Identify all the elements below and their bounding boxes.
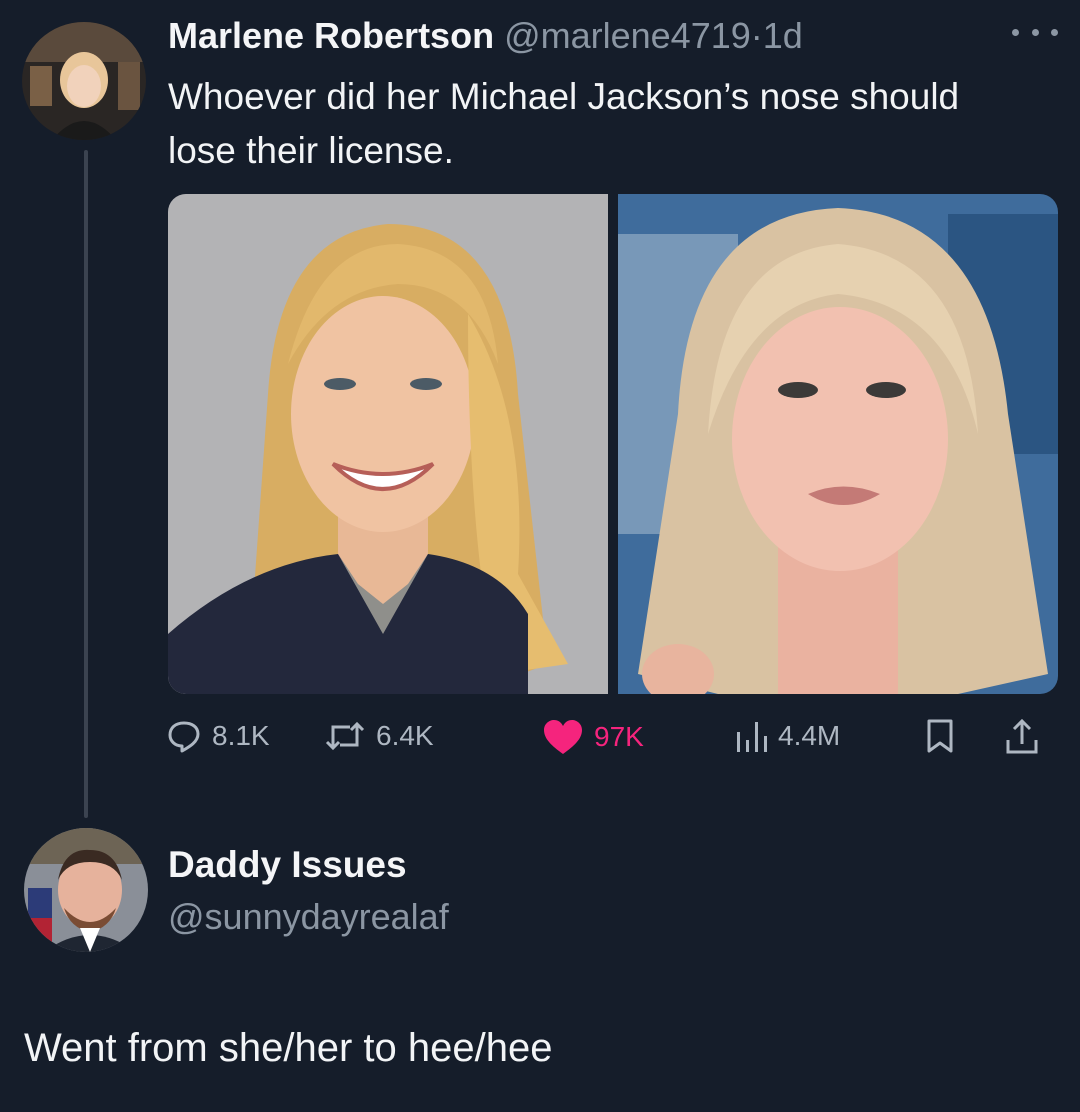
- photo-left-image: [168, 194, 608, 694]
- media-photo-left[interactable]: [168, 194, 608, 694]
- share-upload-icon: [1006, 718, 1038, 754]
- heart-icon: [544, 720, 582, 754]
- views-count: 4.4M: [778, 720, 841, 751]
- reply-avatar-image: [24, 828, 148, 952]
- tweet-thread: Marlene Robertson @marlene4719·1d Whoeve…: [0, 0, 1080, 1112]
- more-dot: [1012, 28, 1019, 36]
- thread-connector-line: [84, 150, 88, 818]
- author-avatar-image: [22, 22, 146, 140]
- reply-author-name[interactable]: Daddy Issues: [168, 844, 407, 886]
- reply-text: Went from she/her to hee/hee: [24, 1026, 553, 1070]
- retweet-button[interactable]: 6.4K: [324, 718, 434, 754]
- tweet-text: Whoever did her Michael Jackson’s nose s…: [168, 76, 960, 171]
- reply-count: 8.1K: [212, 720, 270, 751]
- views-bars-icon: [737, 722, 767, 752]
- views-button[interactable]: 4.4M: [734, 718, 840, 754]
- reply-button[interactable]: 8.1K: [166, 718, 270, 754]
- photo-right-image: [618, 194, 1058, 694]
- retweet-count: 6.4K: [376, 720, 434, 751]
- reply-author-handle[interactable]: @sunnydayrealaf: [168, 896, 449, 938]
- author-avatar[interactable]: [22, 22, 146, 140]
- more-options-icon[interactable]: [1012, 20, 1058, 44]
- reply-bubble-icon: [168, 721, 200, 753]
- meta-separator: ·: [750, 15, 763, 56]
- reply-author-avatar[interactable]: [24, 828, 148, 952]
- like-button[interactable]: 97K: [542, 718, 644, 756]
- tweet-header: Marlene Robertson @marlene4719·1d: [168, 14, 803, 58]
- bookmark-button[interactable]: [924, 718, 956, 754]
- like-count: 97K: [594, 721, 644, 752]
- tweet-media[interactable]: [168, 194, 1058, 694]
- retweet-icon: [325, 721, 365, 751]
- more-dot: [1051, 28, 1058, 36]
- bookmark-icon: [927, 719, 953, 753]
- author-name[interactable]: Marlene Robertson: [168, 15, 494, 56]
- author-handle[interactable]: @marlene4719: [504, 15, 751, 56]
- more-dot: [1031, 28, 1039, 36]
- share-button[interactable]: [1004, 718, 1040, 756]
- tweet-time[interactable]: 1d: [763, 15, 803, 56]
- media-photo-right[interactable]: [618, 194, 1058, 694]
- tweet-actions: 8.1K 6.4K 97K 4.4M: [166, 718, 1056, 764]
